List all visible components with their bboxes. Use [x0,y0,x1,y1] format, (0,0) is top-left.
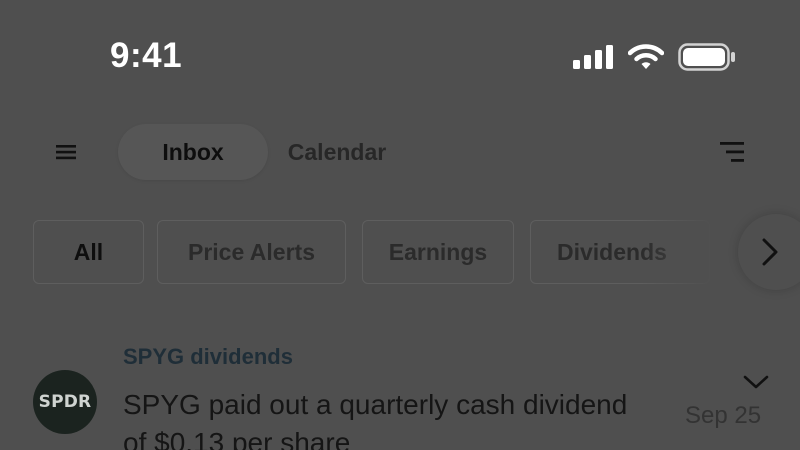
chevron-right-icon [762,238,778,266]
filter-chip-label: Price Alerts [188,238,315,265]
avatar-logo-text: SPDR [38,392,92,412]
cellular-signal-icon [573,45,613,69]
sort-lines-icon [720,142,744,162]
tab-calendar[interactable]: Calendar [270,124,404,180]
sort-button[interactable] [710,132,754,172]
filter-chip-price-alerts[interactable]: Price Alerts [157,220,346,284]
tab-inbox-label: Inbox [162,138,224,165]
status-icons [572,40,736,74]
app-screen: 9:41 Inbox Calendar All Price Alerts Ear… [0,0,800,450]
notification-title: SPYG dividends [123,344,293,369]
filter-chip-label: All [73,238,104,265]
expand-button[interactable] [740,372,772,392]
notification-date: Sep 25 [685,402,762,429]
hamburger-menu-icon [56,145,76,160]
battery-icon [678,43,735,71]
notification-body: SPYG paid out a quarterly cash dividend … [123,389,628,450]
filter-chip-label: Earnings [388,238,488,265]
chevron-down-icon [743,375,769,389]
filter-chip-all[interactable]: All [33,220,144,284]
filter-chip-earnings[interactable]: Earnings [362,220,514,284]
chip-scroll-fade [640,218,740,286]
scroll-filters-button[interactable] [738,214,800,290]
wifi-icon [628,44,664,69]
status-time: 9:41 [110,36,183,75]
tab-inbox[interactable]: Inbox [118,124,268,180]
tab-calendar-label: Calendar [287,138,387,165]
avatar: SPDR [33,370,97,434]
menu-button[interactable] [46,132,86,172]
